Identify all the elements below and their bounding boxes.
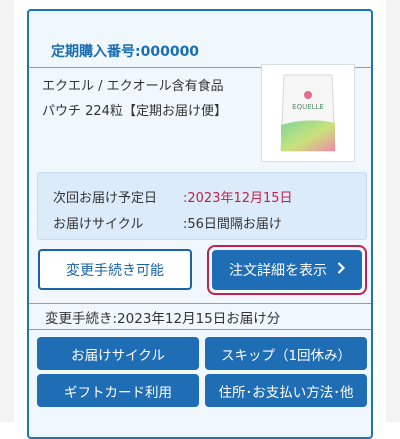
divider — [29, 303, 371, 304]
subscription-card: 定期購入番号:000000 エクエル / エクオール含有食品 パウチ 224粒【… — [27, 9, 373, 439]
cycle-label: お届けサイクル — [53, 217, 144, 232]
order-detail-label: 注文詳細を表示 — [229, 263, 327, 279]
product-image-logo: EQUELLE — [292, 103, 324, 111]
product-name-line2: パウチ 224粒【定期お届け便】 — [42, 104, 227, 119]
chevron-right-icon — [337, 262, 346, 278]
order-number: 定期購入番号:000000 — [51, 44, 200, 60]
right-gutter — [386, 0, 400, 422]
change-possible-button[interactable]: 変更手続き可能 — [38, 249, 192, 290]
cycle-value: :56日間隔お届け — [183, 217, 282, 232]
gift-card-button[interactable]: ギフトカード利用 — [37, 374, 199, 407]
product-image: EQUELLE — [261, 64, 355, 162]
left-gutter — [0, 0, 14, 422]
order-detail-highlight: 注文詳細を表示 — [207, 245, 367, 295]
next-delivery-date: :2023年12月15日 — [183, 191, 293, 206]
order-detail-button[interactable]: 注文詳細を表示 — [212, 250, 362, 290]
address-payment-button[interactable]: 住所･お支払い方法･他 — [205, 374, 367, 407]
change-section-title: 変更手続き:2023年12月15日お届け分 — [45, 311, 281, 327]
divider — [29, 329, 371, 330]
skip-button[interactable]: スキップ（1回休み） — [205, 337, 367, 370]
next-delivery-label: 次回お届け予定日 — [53, 191, 158, 206]
product-name-line1: エクエル / エクオール含有食品 — [42, 79, 224, 94]
delivery-cycle-button[interactable]: お届けサイクル — [37, 337, 199, 370]
delivery-info: 次回お届け予定日 :2023年12月15日 お届けサイクル :56日間隔お届け — [37, 172, 367, 240]
